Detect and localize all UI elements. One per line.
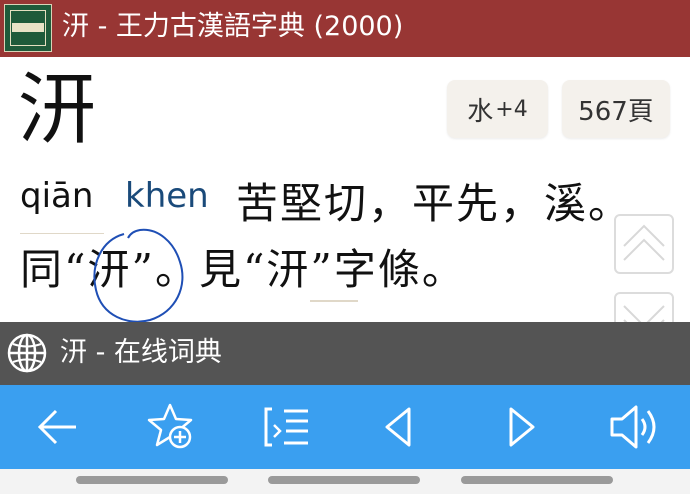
system-navigation-bar	[0, 469, 690, 494]
nav-pill-right[interactable]	[461, 476, 613, 484]
star-add-icon	[147, 403, 193, 449]
scroll-up-button[interactable]	[614, 214, 674, 274]
nav-pill-center[interactable]	[268, 476, 420, 484]
headword: 汧	[18, 65, 97, 155]
back-arrow-icon	[37, 409, 76, 445]
handwritten-circle-mark	[93, 228, 184, 323]
link-underline	[310, 300, 358, 302]
speaker-icon	[610, 405, 656, 449]
table-of-contents-button[interactable]	[262, 401, 314, 453]
fanqie-reading: 苦堅切，平先，溪。	[236, 179, 633, 228]
next-entry-button[interactable]	[495, 401, 547, 453]
back-button[interactable]	[32, 401, 84, 453]
book-cover-label	[12, 23, 44, 32]
pinyin: qiān	[20, 176, 94, 216]
page-number: 567頁	[578, 96, 654, 127]
online-dictionary-bar[interactable]: 汧 - 在线词典	[0, 322, 690, 385]
previous-triangle-icon	[385, 407, 411, 447]
title-bar: 汧 - 王力古漢語字典 (2000)	[0, 0, 690, 57]
window-title: 汧 - 王力古漢語字典 (2000)	[62, 11, 404, 42]
globe-icon	[7, 333, 47, 373]
romanization[interactable]: khen	[125, 176, 209, 216]
previous-entry-button[interactable]	[373, 401, 425, 453]
stroke-count: +4	[495, 96, 528, 122]
radical-badge[interactable]: 水 +4	[447, 80, 548, 138]
page-badge[interactable]: 567頁	[562, 80, 670, 138]
bottom-toolbar	[0, 385, 690, 469]
favorite-add-button[interactable]	[146, 401, 198, 453]
next-triangle-icon	[509, 407, 535, 447]
chevron-up-icon	[623, 224, 665, 261]
book-cover-icon[interactable]	[4, 4, 52, 52]
radical-label: 水	[467, 96, 494, 127]
online-dictionary-label: 汧 - 在线词典	[60, 337, 222, 368]
pronounce-button[interactable]	[608, 401, 660, 453]
list-icon	[264, 407, 308, 447]
nav-pill-left[interactable]	[76, 476, 228, 484]
